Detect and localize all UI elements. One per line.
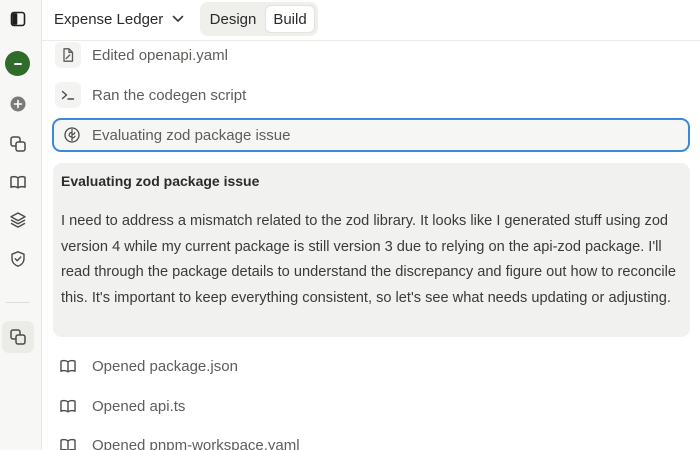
mode-design-button[interactable]: Design <box>203 5 263 33</box>
activity-item[interactable]: Opened pnpm-workspace.yaml <box>55 432 300 450</box>
chevron-down-icon[interactable] <box>172 14 184 24</box>
activity-item[interactable]: Opened api.ts <box>55 393 185 419</box>
new-button[interactable] <box>4 90 32 118</box>
sidebar-toggle-button[interactable] <box>4 5 32 33</box>
reasoning-body: I need to address a mismatch related to … <box>61 213 676 306</box>
sidebar <box>0 0 42 450</box>
activity-text: Opened pnpm-workspace.yaml <box>92 436 300 450</box>
open-projects-button[interactable] <box>2 321 34 353</box>
plus-circle-icon <box>10 96 26 112</box>
activity-text: Evaluating zod package issue <box>92 127 291 144</box>
activity-item[interactable]: Edited openapi.yaml <box>55 42 228 68</box>
layers-button[interactable] <box>4 206 32 234</box>
avatar[interactable] <box>5 51 30 76</box>
activity-item[interactable]: Ran the codegen script <box>55 82 246 108</box>
activity-text: Opened package.json <box>92 357 238 375</box>
copy-icon <box>10 136 26 152</box>
security-button[interactable] <box>4 245 32 273</box>
shield-check-icon <box>11 251 25 267</box>
copy-icon <box>10 329 26 345</box>
projects-button[interactable] <box>4 130 32 158</box>
activity-item-focused[interactable]: Evaluating zod package issue <box>52 118 690 152</box>
sidebar-toggle-icon <box>10 11 26 27</box>
docs-button[interactable] <box>4 168 32 196</box>
book-icon <box>55 432 81 450</box>
activity-text: Ran the codegen script <box>92 86 247 104</box>
reasoning-panel: Evaluating zod package issue I need to a… <box>53 163 690 337</box>
terminal-icon <box>55 82 81 108</box>
header: Expense Ledger Design Build <box>42 0 700 41</box>
activity-text: Edited openapi.yaml <box>92 46 228 64</box>
activity-item[interactable]: Opened package.json <box>55 353 238 379</box>
sidebar-divider <box>6 302 30 303</box>
mode-toggle: Design Build <box>200 2 318 36</box>
book-icon <box>55 393 81 419</box>
project-name[interactable]: Expense Ledger <box>54 11 163 28</box>
brain-icon <box>59 122 85 148</box>
app-window: Expense Ledger Design Build Edited opena… <box>0 0 700 450</box>
reasoning-title: Evaluating zod package issue <box>61 173 260 189</box>
book-icon <box>10 175 26 189</box>
layers-icon <box>10 212 26 228</box>
book-icon <box>55 353 81 379</box>
mode-build-button[interactable]: Build <box>265 5 315 33</box>
file-edit-icon <box>55 42 81 68</box>
activity-text: Opened api.ts <box>92 397 186 415</box>
minus-icon <box>13 62 22 65</box>
